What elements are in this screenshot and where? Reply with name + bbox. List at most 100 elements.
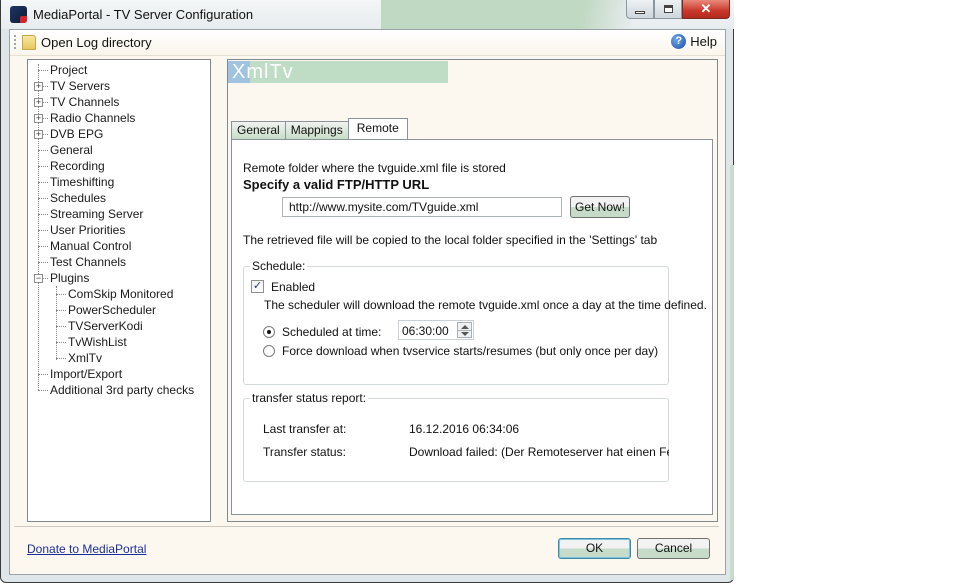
get-now-button[interactable]: Get Now! [570,196,630,218]
tree-item-label: Plugins [50,271,90,285]
remote-tab-page: Remote folder where the tvguide.xml file… [231,139,713,515]
expand-icon[interactable]: + [34,130,43,139]
tree-item-label: PowerScheduler [68,303,157,317]
panel-header: XmlTv [228,61,448,83]
tree-item-label: Radio Channels [50,111,136,125]
tree-item-label: Test Channels [50,255,127,269]
checkmark-icon: ✓ [252,280,263,292]
footer-separator [14,526,719,527]
navigation-tree[interactable]: Project + TV Servers + TV Channels + Radio Cha… [27,59,211,522]
tree-item-comskip-monitored[interactable]: ComSkip Monitored [28,286,208,302]
tree-connector [38,70,48,71]
schedule-time-input[interactable]: 06:30:00 [398,320,474,340]
tree-item-xmltv[interactable]: XmlTv [28,350,208,366]
tree-item-label: TvWishList [68,335,127,349]
window-edge-highlight [730,165,734,580]
tree-item-label: Manual Control [50,239,132,253]
remote-folder-label: Remote folder where the tvguide.xml file… [243,161,506,175]
tree-item-additional-3rd-party-checks[interactable]: Additional 3rd party checks [28,382,208,398]
minimize-button[interactable] [626,0,654,19]
cancel-button[interactable]: Cancel [637,538,710,559]
tree-item-radio-channels[interactable]: + Radio Channels [28,110,208,126]
mediaportal-app-icon [10,6,27,23]
tree-item-import-export[interactable]: Import/Export [28,366,208,382]
tree-item-tvserverkodi[interactable]: TVServerKodi [28,318,208,334]
force-download-radio[interactable] [263,345,275,357]
tree-item-label: Streaming Server [50,207,144,221]
close-button[interactable]: ✕ [682,0,730,19]
tab-mappings[interactable]: Mappings [284,121,349,139]
tree-item-label: TV Servers [50,79,111,93]
toolbar-grip-icon[interactable] [14,35,16,51]
tree-connector [38,230,48,231]
tree-item-test-channels[interactable]: Test Channels [28,254,208,270]
maximize-button[interactable] [654,0,682,19]
tree-item-label: Timeshifting [50,175,115,189]
donate-link[interactable]: Donate to MediaPortal [27,542,146,556]
title-bar[interactable]: MediaPortal - TV Server Configuration ✕ [1,0,734,29]
tree-item-label: Additional 3rd party checks [50,383,195,397]
tree-item-tvwishlist[interactable]: TvWishList [28,334,208,350]
folder-icon [22,35,36,50]
tree-item-label: ComSkip Monitored [68,287,174,301]
tree-item-label: Recording [50,159,105,173]
tree-connector [56,358,66,359]
tree-item-streaming-server[interactable]: Streaming Server [28,206,208,222]
plugin-panel: XmlTv General Mappings Remote Remote fol… [227,59,718,522]
tree-connector [38,390,48,391]
tree-item-schedules[interactable]: Schedules [28,190,208,206]
help-label: Help [690,34,717,49]
tree-connector [56,326,66,327]
minimize-icon [635,10,645,14]
tree-item-label: TV Channels [50,95,120,109]
tree-item-label: Schedules [50,191,107,205]
tree-item-project[interactable]: Project [28,62,208,78]
tab-strip: General Mappings Remote [231,118,408,139]
tree-connector [56,294,66,295]
help-button[interactable]: ? Help [671,34,717,49]
scheduled-at-time-radio[interactable] [263,326,275,338]
collapse-icon[interactable]: − [34,274,43,283]
time-spinner-icon[interactable] [457,322,472,338]
open-log-directory-button[interactable]: Open Log directory [41,35,152,50]
tab-remote[interactable]: Remote [347,118,408,139]
maximize-icon [663,5,673,13]
caption-buttons: ✕ [626,0,730,19]
enabled-label[interactable]: Enabled [271,280,315,294]
tree-item-tv-servers[interactable]: + TV Servers [28,78,208,94]
last-transfer-value: 16.12.2016 06:34:06 [409,422,520,436]
tree-item-powerscheduler[interactable]: PowerScheduler [28,302,208,318]
tree-item-label: XmlTv [68,351,102,365]
force-download-label[interactable]: Force download when tvservice starts/res… [282,344,658,358]
tree-item-general[interactable]: General [28,142,208,158]
ok-button[interactable]: OK [558,538,631,559]
scheduler-description: The scheduler will download the remote t… [264,298,707,312]
tree-item-recording[interactable]: Recording [28,158,208,174]
expand-icon[interactable]: + [34,98,43,107]
tab-general[interactable]: General [231,121,286,139]
tree-item-label: Project [50,63,88,77]
panel-title: XmlTv [232,61,294,83]
tree-connector [38,182,48,183]
enabled-checkbox[interactable]: ✓ [251,280,264,293]
tree-item-plugins[interactable]: − Plugins [28,270,208,286]
tree-item-label: Import/Export [50,367,123,381]
tree-connector [38,150,48,151]
help-icon: ? [671,34,687,49]
schedule-legend: Schedule: [250,259,308,273]
tree-item-user-priorities[interactable]: User Priorities [28,222,208,238]
expand-icon[interactable]: + [34,114,43,123]
tree-item-label: User Priorities [50,223,126,237]
expand-icon[interactable]: + [34,82,43,91]
url-heading: Specify a valid FTP/HTTP URL [243,177,430,192]
tree-item-timeshifting[interactable]: Timeshifting [28,174,208,190]
tree-connector [38,198,48,199]
tree-connector [38,166,48,167]
tree-item-manual-control[interactable]: Manual Control [28,238,208,254]
tree-item-tv-channels[interactable]: + TV Channels [28,94,208,110]
transfer-status-label: Transfer status: [263,445,346,459]
tree-connector [38,262,48,263]
url-input[interactable] [282,197,562,217]
tree-item-dvb-epg[interactable]: + DVB EPG [28,126,208,142]
scheduled-at-time-label[interactable]: Scheduled at time: [282,325,381,339]
